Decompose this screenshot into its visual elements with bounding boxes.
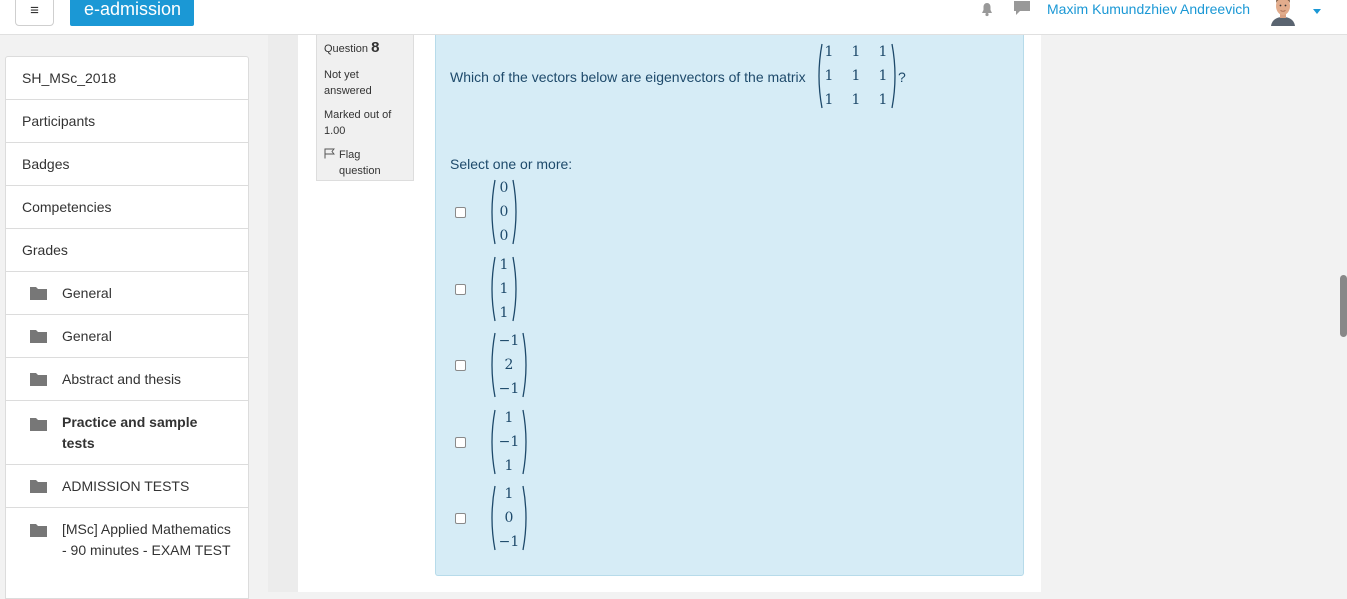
nav-item-section-general[interactable]: General: [6, 272, 248, 315]
message-icon[interactable]: [1012, 0, 1032, 18]
right-paren: [522, 332, 527, 398]
matrix-cell: 1: [851, 68, 861, 84]
brand-logo[interactable]: e-admission: [70, 0, 194, 26]
matrix-cell: 1: [824, 44, 834, 60]
top-navbar: ≡ e-admission Maxim Kumundzhiev Andreevi…: [0, 0, 1347, 35]
question-label: Question: [324, 43, 369, 55]
vector-entry: −1: [498, 333, 520, 349]
nav-item-label: Practice and sample tests: [62, 413, 198, 451]
avatar[interactable]: [1269, 0, 1297, 26]
nav-item-grades[interactable]: Grades: [6, 229, 248, 272]
matrix-cell: 1: [824, 92, 834, 108]
nav-item-label: General: [62, 327, 112, 344]
vector-entry: −1: [498, 434, 520, 450]
nav-item-section-exam[interactable]: [MSc] Applied Mathematics - 90 minutes -…: [6, 508, 248, 598]
nav-item-label: Participants: [22, 112, 96, 129]
folder-icon: [30, 480, 47, 493]
option-vector[interactable]: 1 1 1: [488, 255, 520, 323]
question-text: Which of the vectors below are eigenvect…: [450, 69, 806, 85]
nav-item-section-practice[interactable]: Practice and sample tests: [6, 401, 248, 465]
bell-icon[interactable]: [978, 1, 996, 17]
right-paren: [512, 179, 517, 245]
nav-item-participants[interactable]: Participants: [6, 100, 248, 143]
nav-item-label: SH_MSc_2018: [22, 69, 117, 86]
folder-icon: [30, 287, 47, 300]
matrix-cell: 1: [878, 92, 888, 108]
nav-item-label: Grades: [22, 241, 68, 258]
nav-item-label: Abstract and thesis: [62, 370, 182, 387]
nav-item-label: [MSc] Applied Mathematics - 90 minutes -…: [62, 521, 231, 558]
option-vector[interactable]: −1 2 −1: [488, 331, 530, 399]
nav-item-label: Badges: [22, 155, 70, 172]
chevron-down-icon[interactable]: [1313, 9, 1321, 14]
option-checkbox[interactable]: [455, 207, 466, 218]
question-info: Question 8 Not yet answered Marked out o…: [316, 35, 414, 181]
nav-item-section-abstract[interactable]: Abstract and thesis: [6, 358, 248, 401]
drawer-gutter: [268, 35, 298, 592]
matrix-cell: 1: [851, 44, 861, 60]
question-number-value: 8: [371, 39, 380, 56]
right-paren: [522, 485, 527, 551]
user-menu-name[interactable]: Maxim Kumundzhiev Andreevich: [1047, 1, 1250, 17]
flag-question-link[interactable]: Flag question: [324, 147, 406, 179]
vector-entry: −1: [498, 534, 520, 550]
matrix-cell: 1: [824, 68, 834, 84]
matrix-cell: 1: [878, 44, 888, 60]
folder-icon: [30, 418, 47, 431]
option-checkbox[interactable]: [455, 513, 466, 524]
vector-entry: −1: [498, 381, 520, 397]
nav-item-label: General: [62, 284, 112, 301]
folder-icon: [30, 524, 47, 537]
question-number: Question 8: [324, 39, 406, 56]
matrix-cell: 1: [851, 92, 861, 108]
right-gutter: [1041, 35, 1347, 592]
nav-item-label: ADMISSION TESTS: [62, 477, 190, 494]
nav-item-course[interactable]: SH_MSc_2018: [6, 57, 248, 100]
flag-icon: [324, 148, 335, 159]
nav-item-section-general-2[interactable]: General: [6, 315, 248, 358]
vector-entry: 2: [504, 357, 514, 373]
nav-item-label: Competencies: [22, 198, 112, 215]
right-paren: [512, 256, 517, 322]
vector-entry: 1: [504, 410, 514, 426]
nav-item-section-admission[interactable]: ADMISSION TESTS: [6, 465, 248, 508]
vector-entry: 1: [504, 486, 514, 502]
matrix-cell: 1: [878, 68, 888, 84]
nav-item-competencies[interactable]: Competencies: [6, 186, 248, 229]
question-text-end: ?: [898, 69, 906, 85]
option-checkbox[interactable]: [455, 437, 466, 448]
flag-label: Flag question: [339, 149, 381, 177]
answer-prompt: Select one or more:: [450, 156, 573, 172]
vector-entry: 0: [504, 510, 514, 526]
question-grade: Marked out of 1.00: [324, 109, 392, 137]
nav-item-badges[interactable]: Badges: [6, 143, 248, 186]
vector-entry: 1: [499, 305, 509, 321]
vector-entry: 1: [504, 458, 514, 474]
right-paren: [522, 409, 527, 475]
vector-entry: 0: [499, 180, 509, 196]
option-checkbox[interactable]: [455, 360, 466, 371]
folder-icon: [30, 373, 47, 386]
course-nav: SH_MSc_2018 Participants Badges Competen…: [5, 56, 249, 599]
option-vector[interactable]: 1 −1 1: [488, 408, 530, 476]
option-checkbox[interactable]: [455, 284, 466, 295]
question-state: Not yet answered: [324, 69, 372, 97]
hamburger-icon[interactable]: ≡: [15, 0, 54, 26]
vector-entry: 0: [499, 204, 509, 220]
vector-entry: 1: [499, 281, 509, 297]
folder-icon: [30, 330, 47, 343]
option-vector[interactable]: 1 0 −1: [488, 484, 530, 552]
scrollbar-thumb[interactable]: [1340, 275, 1347, 337]
matrix: 1 1 1 1 1 1 1 1 1: [815, 42, 899, 110]
option-vector[interactable]: 0 0 0: [488, 178, 520, 246]
vector-entry: 0: [499, 228, 509, 244]
vector-entry: 1: [499, 257, 509, 273]
